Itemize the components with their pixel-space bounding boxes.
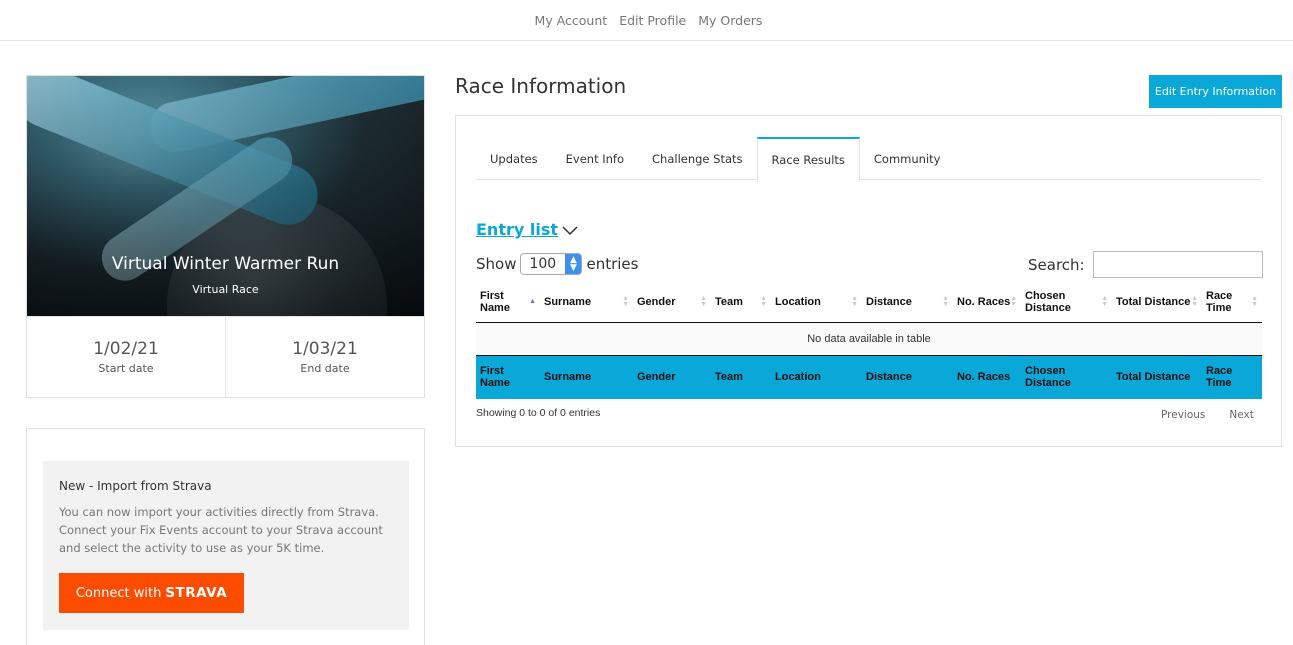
col-distance[interactable]: Distance ▲ ▼ <box>862 283 953 322</box>
end-date: 1/03/21 End date <box>225 317 424 397</box>
race-panel: Updates Event Info Challenge Stats Race … <box>455 115 1282 447</box>
event-card: Virtual Winter Warmer Run Virtual Race 1… <box>26 75 425 398</box>
strava-card: New - Import from Strava You can now imp… <box>26 428 425 645</box>
event-dates: 1/02/21 Start date 1/03/21 End date <box>27 316 424 397</box>
table-row: No data available in table <box>476 322 1262 356</box>
foot-total-distance: Total Distance <box>1116 371 1191 384</box>
col-gender[interactable]: Gender ▲ ▼ <box>633 283 711 322</box>
col-race-time[interactable]: Race Time ▲ ▼ <box>1202 283 1262 322</box>
table-info: Showing 0 to 0 of 0 entries <box>476 407 601 419</box>
select-arrows-icon: ▲ ▼ <box>565 254 582 274</box>
col-surname[interactable]: Surname ▲ ▼ <box>540 283 633 322</box>
end-date-label: End date <box>300 362 350 375</box>
sort-icon: ▲ ▼ <box>942 295 949 309</box>
foot-distance: Distance <box>866 371 912 384</box>
tab-updates[interactable]: Updates <box>476 137 552 180</box>
results-table: First Name ▲ Surname ▲ ▼ Gender ▲ ▼ Team ▲ ▼ Lo… <box>476 283 1262 399</box>
col-location[interactable]: Location ▲ ▼ <box>771 283 862 322</box>
tab-race-results[interactable]: Race Results <box>756 137 860 181</box>
table-footer-row: First Name Surname Gender Team Location … <box>476 355 1262 399</box>
strava-heading: New - Import from Strava <box>59 479 212 493</box>
sort-icon: ▲ ▼ <box>851 295 858 309</box>
sort-icon: ▲ ▼ <box>1251 295 1258 309</box>
col-chosen-distance[interactable]: Chosen Distance ▲ ▼ <box>1021 283 1112 322</box>
connect-strava-button[interactable]: Connect with STRAVA <box>59 573 244 613</box>
foot-surname: Surname <box>544 371 592 384</box>
foot-location: Location <box>775 371 821 384</box>
sort-icon: ▲ ▼ <box>1010 295 1017 309</box>
sort-asc-icon: ▲ <box>529 298 536 306</box>
race-tabs: Updates Event Info Challenge Stats Race … <box>476 137 1262 181</box>
end-date-value: 1/03/21 <box>292 339 358 359</box>
page-length-select[interactable]: 100 ▲ ▼ <box>520 253 583 275</box>
show-label: Show <box>476 255 517 273</box>
tab-event-info[interactable]: Event Info <box>552 137 638 180</box>
sort-icon: ▲ ▼ <box>1101 295 1108 309</box>
tab-community[interactable]: Community <box>860 137 955 180</box>
col-first-name[interactable]: First Name ▲ <box>476 283 540 322</box>
entry-list-toggle[interactable]: Entry list <box>476 220 578 239</box>
col-team[interactable]: Team ▲ ▼ <box>711 283 771 322</box>
race-info-title: Race Information <box>455 74 627 98</box>
next-button[interactable]: Next <box>1229 409 1253 421</box>
sort-icon: ▲ ▼ <box>700 295 707 309</box>
empty-table-message: No data available in table <box>476 322 1262 356</box>
search-input[interactable] <box>1092 251 1263 278</box>
pagination: Previous Next <box>1161 409 1254 421</box>
start-date: 1/02/21 Start date <box>27 317 225 397</box>
foot-gender: Gender <box>637 371 676 384</box>
search-label: Search: <box>1028 255 1085 274</box>
page: Virtual Winter Warmer Run Virtual Race 1… <box>0 41 1293 645</box>
nav-my-orders[interactable]: My Orders <box>692 13 768 28</box>
foot-chosen-distance: Chosen Distance <box>1025 365 1071 390</box>
foot-team: Team <box>715 371 743 384</box>
event-hero-image: Virtual Winter Warmer Run Virtual Race <box>27 76 424 316</box>
foot-race-time: Race Time <box>1206 365 1233 390</box>
connect-strava-label: Connect with <box>75 585 162 601</box>
sort-icon: ▲ ▼ <box>622 295 629 309</box>
chevron-down-icon <box>562 225 578 235</box>
strava-description: You can now import your activities direc… <box>59 505 383 555</box>
entry-list-link[interactable]: Entry list <box>476 220 558 239</box>
previous-button[interactable]: Previous <box>1161 409 1205 421</box>
col-no-races[interactable]: No. Races ▲ ▼ <box>953 283 1021 322</box>
strava-logo-text: STRAVA <box>165 585 228 601</box>
foot-no-races: No. Races <box>957 371 1011 384</box>
table-search: Search: <box>1028 251 1263 278</box>
strava-import-box: New - Import from Strava You can now imp… <box>43 461 409 630</box>
top-nav: My Account Edit Profile My Orders <box>0 0 1293 41</box>
hero-overlay <box>27 76 424 316</box>
edit-entry-button[interactable]: Edit Entry Information <box>1149 75 1282 108</box>
tab-challenge-stats[interactable]: Challenge Stats <box>638 137 757 180</box>
nav-edit-profile[interactable]: Edit Profile <box>613 13 692 28</box>
start-date-label: Start date <box>98 362 154 375</box>
event-title: Virtual Winter Warmer Run <box>111 254 340 274</box>
foot-first-name: First Name <box>480 365 510 390</box>
event-subtitle: Virtual Race <box>192 283 259 296</box>
nav-my-account[interactable]: My Account <box>529 13 614 28</box>
col-total-distance[interactable]: Total Distance ▲ ▼ <box>1112 283 1202 322</box>
sort-icon: ▲ ▼ <box>1191 295 1198 309</box>
start-date-value: 1/02/21 <box>93 339 159 359</box>
sort-icon: ▲ ▼ <box>760 295 767 309</box>
page-length-control: Show 100 ▲ ▼ entries <box>476 253 638 275</box>
page-length-value: 100 <box>529 256 557 272</box>
entries-label: entries <box>586 255 639 273</box>
table-header-row: First Name ▲ Surname ▲ ▼ Gender ▲ ▼ Team ▲ ▼ Lo… <box>476 283 1262 322</box>
